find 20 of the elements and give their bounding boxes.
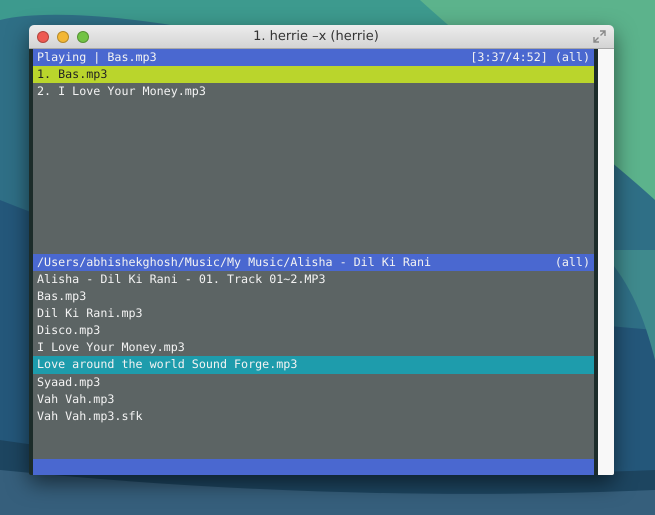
file-item[interactable]: Syaad.mp3 [33, 374, 594, 391]
fullscreen-icon[interactable] [593, 30, 606, 43]
minimize-button[interactable] [57, 30, 69, 42]
file-item[interactable]: Bas.mp3 [33, 288, 594, 306]
playlist-item[interactable]: 1. Bas.mp3 [33, 66, 594, 84]
zoom-button[interactable] [77, 30, 89, 42]
file-item[interactable]: I Love Your Money.mp3 [33, 339, 594, 356]
file-item[interactable]: Alisha - Dil Ki Rani - 01. Track 01~2.MP3 [33, 271, 594, 288]
now-playing-text: Playing | Bas.mp3 [37, 49, 157, 66]
browse-mode: (all) [554, 254, 590, 271]
file-item[interactable]: Disco.mp3 [33, 322, 594, 340]
file-item[interactable]: Vah Vah.mp3 [33, 390, 594, 408]
playback-position: [3:37/4:52] (all) [470, 49, 590, 66]
file-item[interactable]: Vah Vah.mp3.sfk [33, 408, 594, 425]
file-item[interactable]: Dil Ki Rani.mp3 [33, 305, 594, 322]
window-title: 1. herrie –x (herrie) [253, 29, 379, 44]
folder-path: /Users/abhishekghosh/Music/My Music/Alisha - Dil Ki Rani [37, 254, 432, 271]
close-button[interactable] [37, 30, 49, 42]
playlist-item[interactable]: 2. I Love Your Money.mp3 [33, 83, 594, 100]
file-item[interactable]: Love around the world Sound Forge.mp3 [33, 356, 594, 374]
